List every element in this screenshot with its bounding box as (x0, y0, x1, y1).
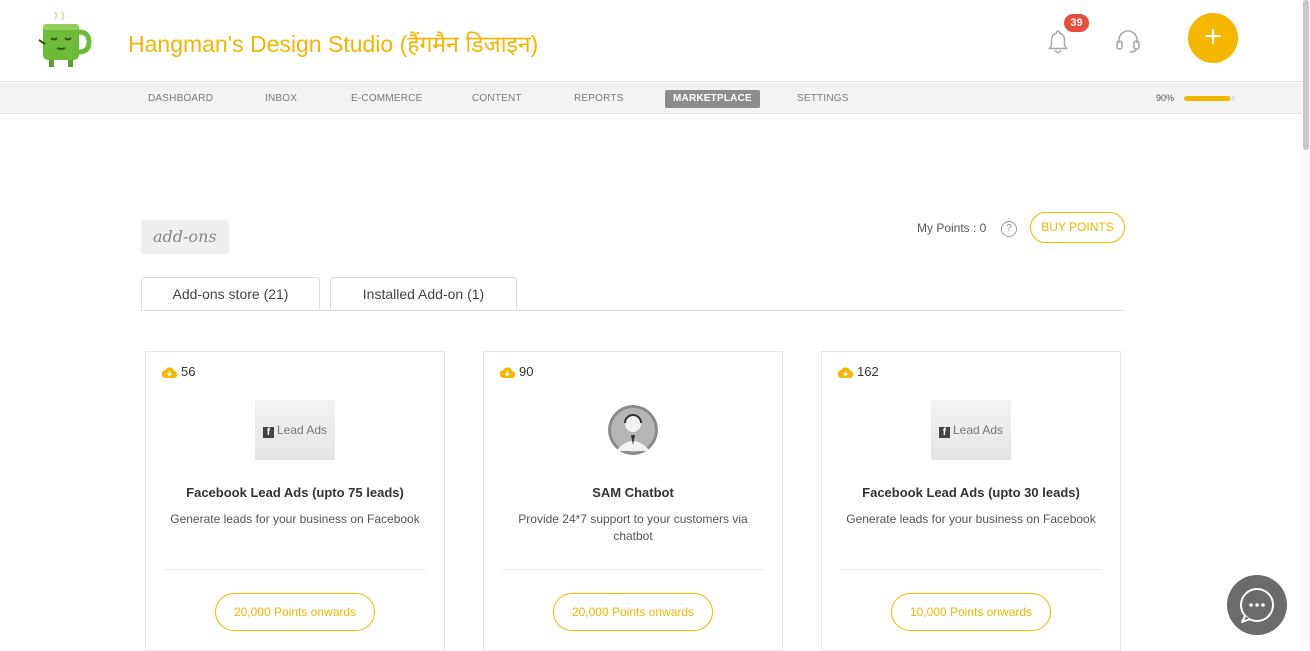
tab-installed-addons[interactable]: Installed Add-on (1) (330, 277, 517, 311)
headset-icon[interactable] (1114, 27, 1142, 55)
card-divider (840, 569, 1102, 570)
bell-icon[interactable] (1046, 28, 1070, 54)
avatar-icon (608, 405, 658, 455)
tab-addons-store[interactable]: Add-ons store (21) (141, 277, 320, 311)
addon-card[interactable]: 90 SAM Chatbot Provide 24*7 support to y… (483, 351, 783, 651)
nav-item-marketplace[interactable]: MARKETPLACE (665, 90, 760, 108)
addon-card[interactable]: 162 f Lead Ads Facebook Lead Ads (upto 30… (821, 351, 1121, 651)
addon-title: SAM Chatbot (592, 485, 674, 500)
card-divider (502, 569, 764, 570)
nav-item-settings[interactable]: SETTINGS (789, 90, 857, 108)
addon-description: Generate leads for your business on Face… (170, 512, 420, 526)
card-divider (164, 569, 426, 570)
add-button[interactable]: + (1188, 13, 1238, 63)
download-count-value: 162 (857, 364, 879, 379)
app-title: Hangman's Design Studio (हैंगमैन डिजाइन) (128, 31, 539, 57)
addon-title: Facebook Lead Ads (upto 75 leads) (186, 485, 404, 500)
profile-progress-bar (1184, 96, 1235, 101)
nav-item-dashboard[interactable]: DASHBOARD (140, 90, 221, 108)
thumbnail-label: Lead Ads (276, 423, 328, 437)
cloud-download-icon (837, 366, 854, 381)
download-count: 56 (161, 364, 196, 381)
page-scrollbar[interactable] (1302, 0, 1310, 647)
tab-divider (141, 310, 1124, 311)
addon-description: Provide 24*7 support to your customers v… (518, 512, 748, 543)
profile-progress-fill (1184, 96, 1230, 101)
main-nav: DASHBOARD INBOX E-COMMERCE CONTENT REPOR… (0, 83, 1310, 114)
download-count-value: 90 (519, 364, 534, 379)
facebook-icon: f (262, 427, 274, 438)
download-count-value: 56 (181, 364, 196, 379)
notification-badge: 39 (1064, 14, 1089, 32)
section-title: add-ons (141, 220, 229, 254)
cloud-download-icon (499, 366, 516, 381)
addon-thumbnail: f Lead Ads (255, 400, 335, 460)
profile-progress-label: 90% (1156, 93, 1175, 103)
addon-thumbnail: f Lead Ads (931, 400, 1011, 460)
chat-icon[interactable] (1227, 575, 1287, 635)
my-points-label: My Points : 0 (917, 221, 987, 235)
download-count: 162 (837, 364, 879, 381)
download-count: 90 (499, 364, 534, 381)
addon-price-button[interactable]: 20,000 Points onwards (215, 593, 375, 631)
buy-points-button[interactable]: BUY POINTS (1030, 212, 1125, 243)
thumbnail-label: Lead Ads (952, 423, 1004, 437)
cloud-download-icon (161, 366, 178, 381)
nav-item-ecommerce[interactable]: E-COMMERCE (343, 90, 430, 108)
nav-item-content[interactable]: CONTENT (464, 90, 530, 108)
addon-title: Facebook Lead Ads (upto 30 leads) (862, 485, 1080, 500)
addon-card[interactable]: 56 f Lead Ads Facebook Lead Ads (upto 75 … (145, 351, 445, 651)
addon-price-button[interactable]: 20,000 Points onwards (553, 593, 713, 631)
help-icon[interactable]: ? (1001, 221, 1017, 237)
header: Hangman's Design Studio (हैंगमैन डिजाइन)… (0, 0, 1310, 82)
mug-logo-icon[interactable] (24, 10, 98, 70)
addon-price-button[interactable]: 10,000 Points onwards (891, 593, 1051, 631)
nav-item-reports[interactable]: REPORTS (566, 90, 632, 108)
nav-item-inbox[interactable]: INBOX (257, 90, 305, 108)
addon-description: Generate leads for your business on Face… (846, 512, 1096, 526)
page-scrollbar-thumb[interactable] (1303, 0, 1309, 150)
facebook-icon: f (938, 427, 950, 438)
